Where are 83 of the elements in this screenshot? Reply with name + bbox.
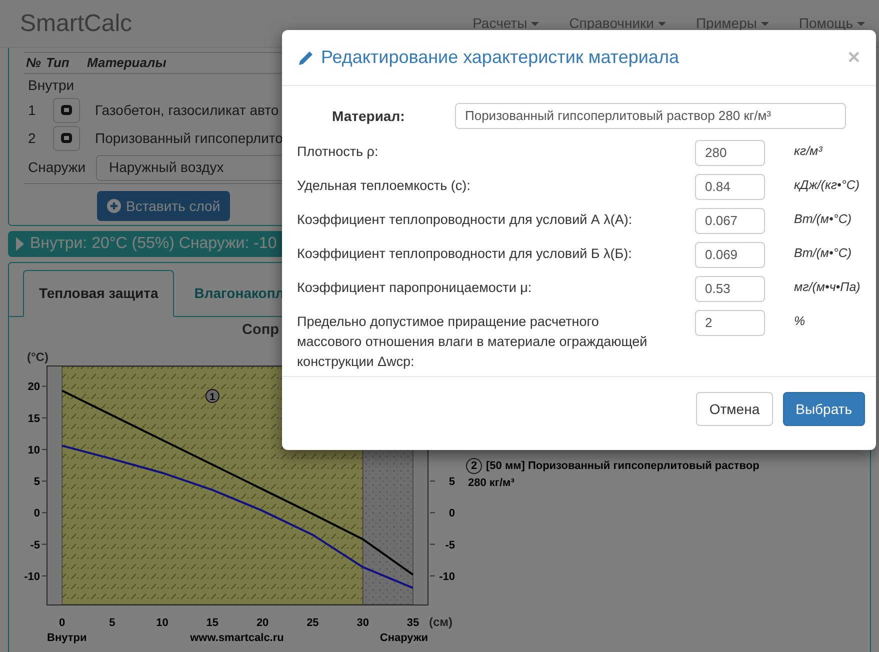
value-field[interactable]: 0.53 bbox=[695, 276, 765, 302]
outside-label: Снаружи bbox=[28, 158, 87, 177]
nav-menu[interactable]: Расчеты bbox=[472, 13, 540, 34]
dialog-title: Редактирование характеристик материала bbox=[321, 46, 679, 69]
y-tick-label: 10 bbox=[28, 444, 40, 456]
unit-label: мг/(м•ч•Па) bbox=[794, 279, 860, 296]
field-label: Удельная теплоемкость (c): bbox=[297, 177, 472, 195]
y-tick: -5 bbox=[30, 539, 48, 552]
unit-label: кг/м³ bbox=[794, 143, 822, 160]
x-tick-label: 30 bbox=[356, 617, 369, 629]
y-tick: -10 bbox=[24, 570, 48, 583]
insert-layer-button[interactable]: Вставить слой bbox=[97, 191, 230, 221]
layer-type-button[interactable] bbox=[53, 126, 80, 150]
axis-unit: (см) bbox=[429, 615, 453, 629]
chart-title: Сопр bbox=[242, 321, 279, 340]
x-tick-label: 25 bbox=[306, 617, 319, 629]
material-name: Поризованный гипсоперлито bbox=[95, 128, 283, 148]
unit-label: Вт/(м•°C) bbox=[794, 211, 852, 228]
y-tick: -5 bbox=[430, 539, 455, 552]
plus-circle-icon bbox=[107, 199, 121, 213]
caret-icon bbox=[760, 22, 769, 26]
tab[interactable]: Тепловая защита bbox=[23, 270, 174, 317]
x-tick-label: 5 bbox=[109, 617, 116, 629]
column-header: № bbox=[26, 54, 42, 72]
axis-unit: (°C) bbox=[27, 350, 48, 364]
triangle-icon bbox=[16, 237, 24, 251]
layer-number: 1 bbox=[28, 100, 37, 120]
value-field[interactable]: 280 bbox=[695, 140, 765, 166]
summary-text: Внутри: 20°C (55%) Снаружи: -10 bbox=[30, 234, 277, 254]
column-header: Материалы bbox=[87, 54, 166, 72]
legend-text: [50 мм] Поризованный гипсоперлитовый раствор bbox=[486, 459, 760, 474]
caret-icon bbox=[658, 22, 666, 26]
value-field[interactable]: 2 bbox=[695, 310, 765, 336]
unit-label: Вт/(м•°C) bbox=[794, 245, 852, 262]
x-tick-label: 10 bbox=[156, 617, 168, 629]
material-label: Материал: bbox=[331, 106, 406, 126]
y-tick: 10 bbox=[28, 444, 48, 456]
legend-marker: 2 bbox=[466, 458, 482, 474]
y-tick: 5 bbox=[34, 476, 48, 488]
x-tick-label: 35 bbox=[406, 617, 420, 629]
y-tick: 0 bbox=[34, 508, 48, 520]
legend-text: 280 кг/м³ bbox=[468, 476, 516, 490]
y-tick-label: 15 bbox=[28, 412, 40, 425]
brand-logo: SmartCalc bbox=[20, 8, 132, 38]
nav-menu[interactable]: Справочники bbox=[569, 13, 666, 34]
x-tick-label: 15 bbox=[206, 617, 219, 629]
x-tick-label: 20 bbox=[256, 617, 269, 629]
outside-caption: Снаружи bbox=[380, 632, 428, 644]
x-tick-label: 0 bbox=[58, 617, 66, 629]
unit-label: кДж/(кг•°C) bbox=[794, 177, 860, 194]
value-field[interactable]: 0.84 bbox=[695, 174, 765, 200]
material-name: Газобетон, газосиликат авто bbox=[95, 100, 279, 120]
field-label: Плотность ρ: bbox=[297, 143, 380, 161]
field-label: Коэффициент теплопроводности для условий А λ(А): bbox=[297, 211, 634, 229]
y-tick-label: -5 bbox=[30, 539, 40, 552]
inside-caption: Внутри bbox=[47, 632, 87, 644]
caret-icon bbox=[531, 22, 540, 26]
y-tick: 5 bbox=[430, 476, 455, 488]
field-label: Коэффициент паропроницаемости μ: bbox=[297, 279, 533, 297]
inside-label: Внутри bbox=[28, 76, 76, 95]
y-tick: 20 bbox=[28, 381, 48, 394]
y-tick-label: -10 bbox=[24, 570, 40, 583]
y-tick: 15 bbox=[28, 412, 48, 425]
y-tick-label: 20 bbox=[28, 381, 40, 394]
nav-menu[interactable]: Примеры bbox=[696, 13, 769, 34]
material-field[interactable]: Поризованный гипсоперлитовый раствор 280 кг/м³ bbox=[455, 103, 846, 129]
site-caption: www.smartcalc.ru bbox=[190, 632, 284, 644]
value-field[interactable]: 0.067 bbox=[695, 208, 765, 234]
value-field[interactable]: 0.069 bbox=[695, 242, 765, 268]
layer-type-button[interactable] bbox=[53, 98, 80, 122]
y-tick: -10 bbox=[430, 570, 455, 583]
caret-icon bbox=[857, 22, 865, 26]
unit-label: % bbox=[794, 313, 806, 330]
field-label: Предельно допустимое приращение расчетного массового отношения влаги в материале ограждающей конструкции Δwср: bbox=[297, 313, 648, 371]
nav-menu[interactable]: Помощь bbox=[798, 13, 865, 34]
dialog-button[interactable]: Выбрать bbox=[782, 392, 865, 426]
layer-number: 2 bbox=[28, 128, 37, 148]
dialog-button[interactable]: Отмена bbox=[696, 392, 773, 426]
y-tick-label: 0 bbox=[34, 508, 40, 520]
field-label: Коэффициент теплопроводности для условий Б λ(Б): bbox=[297, 245, 633, 263]
y-tick-label: 5 bbox=[34, 476, 40, 488]
y-tick: 0 bbox=[430, 508, 455, 520]
column-header: Тип bbox=[46, 54, 70, 72]
